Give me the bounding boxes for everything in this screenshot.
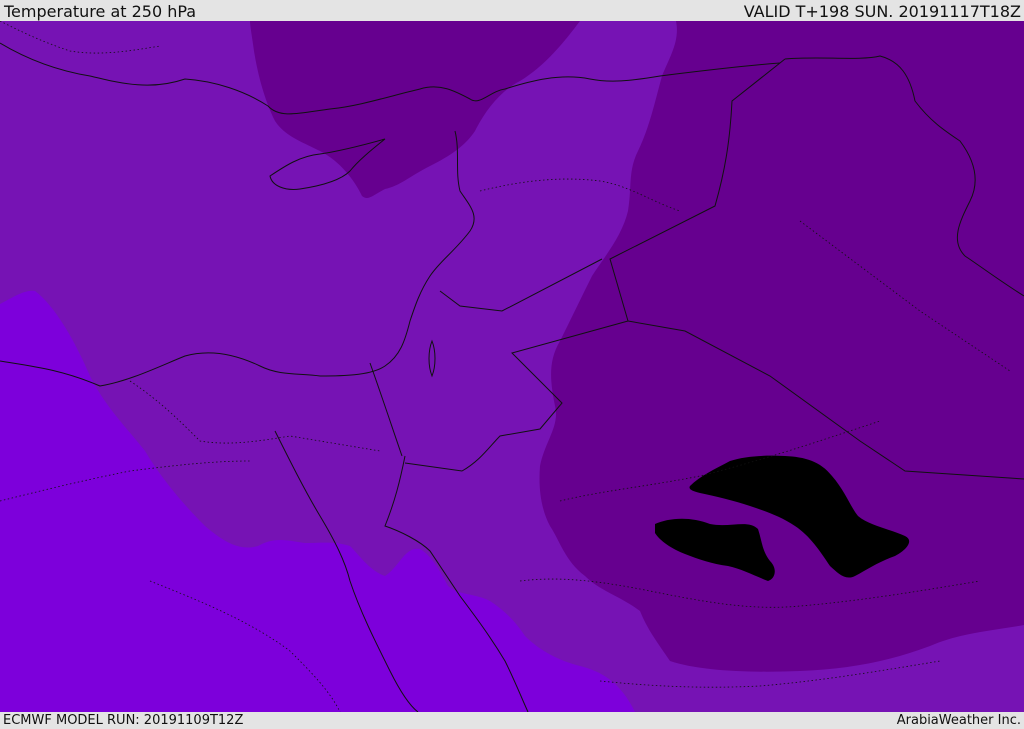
temperature-map: [0, 21, 1024, 712]
model-run: ECMWF MODEL RUN: 20191109T12Z: [3, 713, 244, 728]
valid-time: VALID T+198 SUN. 20191117T18Z: [743, 2, 1021, 21]
bottom-bar: ECMWF MODEL RUN: 20191109T12Z ArabiaWeat…: [0, 712, 1024, 729]
credit: ArabiaWeather Inc.: [896, 713, 1021, 728]
map-title: Temperature at 250 hPa: [4, 2, 197, 21]
top-bar: Temperature at 250 hPa VALID T+198 SUN. …: [0, 0, 1024, 21]
